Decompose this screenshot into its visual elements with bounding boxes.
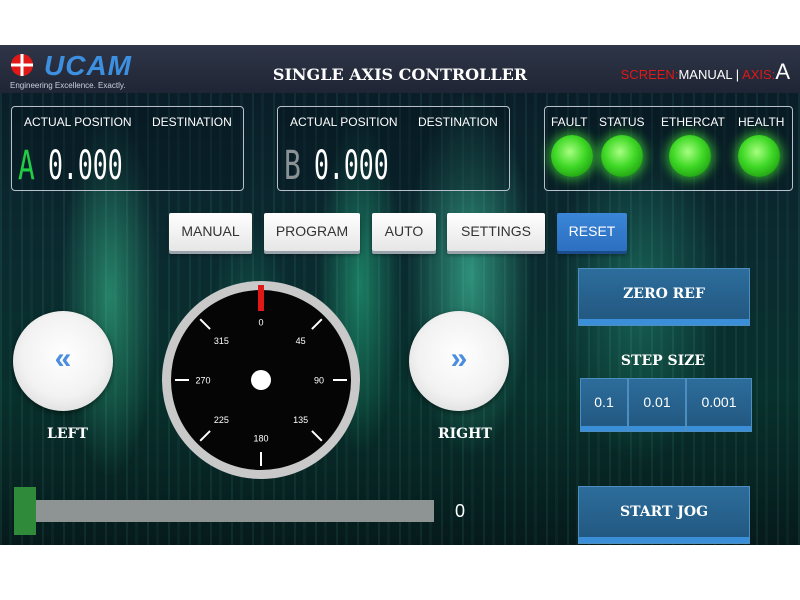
tab-auto[interactable]: AUTO <box>372 213 436 251</box>
axis-value: A <box>775 59 790 84</box>
top-bar: UCAM Engineering Excellence. Exactly. SI… <box>0 45 800 93</box>
tab-program[interactable]: PROGRAM <box>264 213 360 251</box>
dial-label-135: 135 <box>293 415 308 425</box>
speed-slider-thumb[interactable] <box>14 487 36 535</box>
axis-label: AXIS: <box>742 67 776 82</box>
dial-pointer <box>258 285 264 311</box>
jog-left-button[interactable]: « <box>13 311 113 411</box>
separator: | <box>735 67 740 82</box>
speed-slider-value: 0 <box>455 501 466 521</box>
position-panel-a: ACTUAL POSITION DESTINATION A 0.000 <box>11 106 244 191</box>
start-jog-button[interactable]: START JOG <box>578 486 750 544</box>
double-chevron-right-icon: » <box>450 342 468 375</box>
right-label: RIGHT <box>438 426 492 442</box>
fault-indicator-light <box>551 135 593 177</box>
jog-right-button[interactable]: » <box>409 311 509 411</box>
step-size-option-0-001[interactable]: 0.001 <box>686 378 752 432</box>
double-chevron-left-icon: « <box>54 342 72 375</box>
destination-label: DESTINATION <box>152 115 232 129</box>
speed-slider-track[interactable] <box>14 500 434 522</box>
actual-position-label: ACTUAL POSITION <box>290 115 398 129</box>
tab-manual[interactable]: MANUAL <box>169 213 252 251</box>
dial-center-knob <box>251 370 271 390</box>
dial-label-225: 225 <box>214 415 229 425</box>
fault-label: FAULT <box>551 115 588 129</box>
position-panel-b: ACTUAL POSITION DESTINATION B 0.000 <box>277 106 510 191</box>
dial-label-0: 0 <box>258 318 263 328</box>
health-indicator-light <box>738 135 780 177</box>
actual-position-label: ACTUAL POSITION <box>24 115 132 129</box>
status-indicator-light <box>601 135 643 177</box>
dial-label-315: 315 <box>214 336 229 346</box>
position-dial[interactable]: 0 45 90 135 180 225 270 315 <box>161 280 361 480</box>
status-indicators-panel: FAULT STATUS ETHERCAT HEALTH <box>544 106 793 191</box>
controller-screen: UCAM Engineering Excellence. Exactly. SI… <box>0 45 800 545</box>
screen-value: MANUAL <box>678 67 733 82</box>
destination-label: DESTINATION <box>418 115 498 129</box>
dial-label-90: 90 <box>314 376 324 386</box>
dial-label-180: 180 <box>253 434 268 444</box>
zero-ref-button[interactable]: ZERO REF <box>578 268 750 326</box>
dial-label-270: 270 <box>195 376 210 386</box>
status-label: STATUS <box>599 115 645 129</box>
step-size-label: STEP SIZE <box>620 353 706 369</box>
screen-label: SCREEN: <box>620 67 679 82</box>
tab-settings[interactable]: SETTINGS <box>447 213 545 251</box>
position-value-b: 0.000 <box>314 143 389 189</box>
step-size-option-0-1[interactable]: 0.1 <box>580 378 628 432</box>
dial-label-45: 45 <box>296 336 306 346</box>
axis-letter-b: B <box>284 143 301 189</box>
axis-letter-a: A <box>18 143 35 189</box>
ethercat-indicator-light <box>669 135 711 177</box>
health-label: HEALTH <box>738 115 785 129</box>
ethercat-label: ETHERCAT <box>661 115 725 129</box>
reset-button[interactable]: RESET <box>557 213 627 251</box>
position-value-a: 0.000 <box>48 143 123 189</box>
step-size-option-0-01[interactable]: 0.01 <box>628 378 686 432</box>
left-label: LEFT <box>47 426 88 442</box>
screen-axis-info: SCREEN:MANUAL | AXIS:A <box>621 59 790 85</box>
